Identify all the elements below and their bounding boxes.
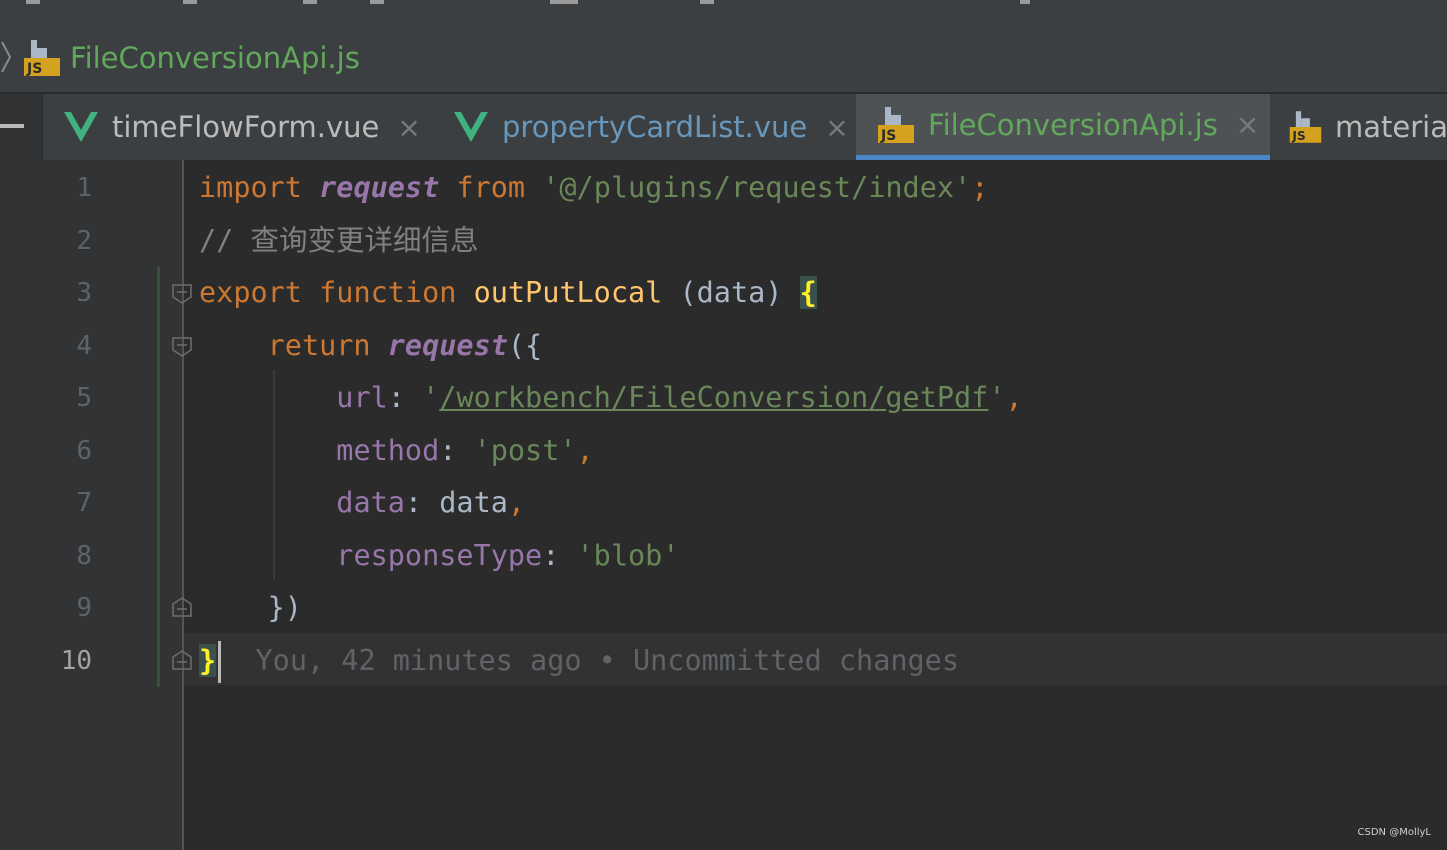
colon: : bbox=[439, 434, 474, 467]
close-icon[interactable]: × bbox=[1236, 108, 1259, 141]
keyword-return: return bbox=[267, 329, 371, 362]
line-number: 8 bbox=[76, 541, 92, 571]
comma: , bbox=[1005, 381, 1023, 414]
svg-text:JS: JS bbox=[880, 128, 896, 144]
js-file-icon: JS bbox=[1289, 111, 1322, 143]
fold-open-icon[interactable] bbox=[172, 337, 192, 357]
code-line-5[interactable]: url: '/workbench/FileConversion/getPdf', bbox=[199, 372, 1023, 424]
fold-close-icon[interactable] bbox=[172, 650, 192, 670]
colon: : bbox=[542, 539, 577, 572]
close-icon[interactable]: × bbox=[825, 111, 848, 144]
keyword-function: function bbox=[319, 276, 457, 309]
string-quote: ' bbox=[422, 381, 440, 414]
line-number: 3 bbox=[76, 278, 92, 308]
comment: // 查询变更详细信息 bbox=[199, 224, 479, 257]
string-literal: '@/plugins/request/index' bbox=[542, 171, 972, 204]
code-editor[interactable]: 1 2 3 4 5 6 7 8 9 10 import request from… bbox=[0, 160, 1447, 850]
tab-label: materia bbox=[1335, 110, 1447, 144]
menu-fragment bbox=[303, 0, 317, 4]
code-line-1[interactable]: import request from '@/plugins/request/i… bbox=[199, 162, 988, 214]
editor-tab-bar: timeFlowForm.vue × propertyCardList.vue … bbox=[0, 94, 1447, 160]
line-number: 4 bbox=[76, 331, 92, 361]
vue-icon bbox=[64, 112, 98, 142]
code-line-7[interactable]: data: data, bbox=[199, 477, 525, 529]
close-icon[interactable]: × bbox=[397, 111, 420, 144]
fold-open-icon[interactable] bbox=[172, 284, 192, 304]
tab-label: FileConversionApi.js bbox=[928, 107, 1218, 142]
punctuation: ({ bbox=[507, 329, 543, 362]
line-number-current: 10 bbox=[60, 646, 92, 676]
js-file-icon: JS bbox=[878, 106, 914, 144]
string-quote: ' bbox=[988, 381, 1006, 414]
identifier: data bbox=[439, 486, 508, 519]
vue-icon bbox=[454, 112, 488, 142]
keyword-export: export bbox=[199, 276, 302, 309]
menu-fragment bbox=[183, 0, 197, 4]
tab-timeflowform[interactable]: timeFlowForm.vue × bbox=[62, 94, 442, 160]
fold-close-icon[interactable] bbox=[172, 597, 192, 617]
git-blame-annotation[interactable]: You, 42 minutes ago • Uncommitted change… bbox=[256, 644, 960, 677]
tab-label: propertyCardList.vue bbox=[502, 110, 808, 144]
breadcrumb[interactable]: JS FileConversionApi.js bbox=[22, 36, 360, 80]
comma: , bbox=[576, 434, 594, 467]
line-number: 5 bbox=[76, 383, 92, 413]
left-tool-strip bbox=[0, 160, 42, 850]
tab-materia[interactable]: JS materia bbox=[1288, 94, 1447, 160]
menu-fragment bbox=[550, 0, 578, 4]
collapse-icon[interactable] bbox=[0, 124, 24, 128]
line-number: 9 bbox=[76, 593, 92, 623]
keyword-from: from bbox=[456, 171, 526, 204]
code-line-6[interactable]: method: 'post', bbox=[199, 425, 594, 477]
property-key: data bbox=[336, 486, 405, 519]
menu-fragment bbox=[700, 0, 714, 4]
line-number: 2 bbox=[76, 226, 92, 256]
code-line-8[interactable]: responseType: 'blob' bbox=[199, 530, 679, 582]
menu-fragment bbox=[1020, 0, 1030, 4]
line-number: 1 bbox=[76, 173, 92, 203]
menu-fragment bbox=[370, 0, 384, 4]
keyword-import: import bbox=[199, 171, 302, 204]
tab-propertycardlist[interactable]: propertyCardList.vue × bbox=[452, 94, 852, 160]
string-literal: 'blob' bbox=[576, 539, 680, 572]
semicolon: ; bbox=[971, 171, 989, 204]
punctuation: }) bbox=[267, 591, 302, 624]
tab-fileconversionapi[interactable]: JS FileConversionApi.js × bbox=[856, 94, 1270, 160]
line-number: 6 bbox=[76, 436, 92, 466]
vcs-change-marker[interactable] bbox=[157, 267, 160, 687]
identifier-request: request bbox=[387, 329, 508, 362]
navigation-bar: JS FileConversionApi.js bbox=[0, 22, 1447, 94]
matched-brace: { bbox=[799, 276, 817, 309]
text-caret bbox=[218, 641, 222, 683]
breadcrumb-file-name[interactable]: FileConversionApi.js bbox=[70, 41, 360, 75]
property-key: responseType bbox=[336, 539, 543, 572]
watermark: CSDN @MollyL bbox=[1357, 827, 1431, 838]
url-path-link[interactable]: /workbench/FileConversion/getPdf bbox=[439, 381, 988, 414]
string-literal: 'post' bbox=[473, 434, 577, 467]
comma: , bbox=[507, 486, 526, 519]
identifier-request: request bbox=[319, 171, 440, 204]
svg-text:JS: JS bbox=[1291, 129, 1305, 143]
code-line-4[interactable]: return request({ bbox=[199, 320, 543, 372]
matched-brace: } bbox=[199, 644, 217, 677]
code-line-10[interactable]: } You, 42 minutes ago • Uncommitted chan… bbox=[199, 635, 959, 687]
tab-label: timeFlowForm.vue bbox=[112, 110, 380, 144]
property-key: method bbox=[336, 434, 440, 467]
property-key: url bbox=[336, 381, 388, 414]
function-params: (data) bbox=[662, 276, 800, 309]
tool-window-strip bbox=[0, 94, 43, 160]
code-line-3[interactable]: export function outPutLocal (data) { bbox=[199, 267, 817, 319]
menu-strip bbox=[0, 0, 1447, 23]
line-number: 7 bbox=[76, 488, 92, 518]
svg-text:JS: JS bbox=[26, 61, 42, 77]
gutter-divider bbox=[182, 160, 184, 850]
code-line-2[interactable]: // 查询变更详细信息 bbox=[199, 215, 478, 267]
colon: : bbox=[387, 381, 423, 414]
colon: : bbox=[404, 486, 440, 519]
js-file-icon: JS bbox=[24, 40, 60, 77]
menu-fragment bbox=[26, 0, 40, 4]
function-name: outPutLocal bbox=[473, 276, 663, 309]
code-line-9[interactable]: }) bbox=[199, 582, 302, 634]
